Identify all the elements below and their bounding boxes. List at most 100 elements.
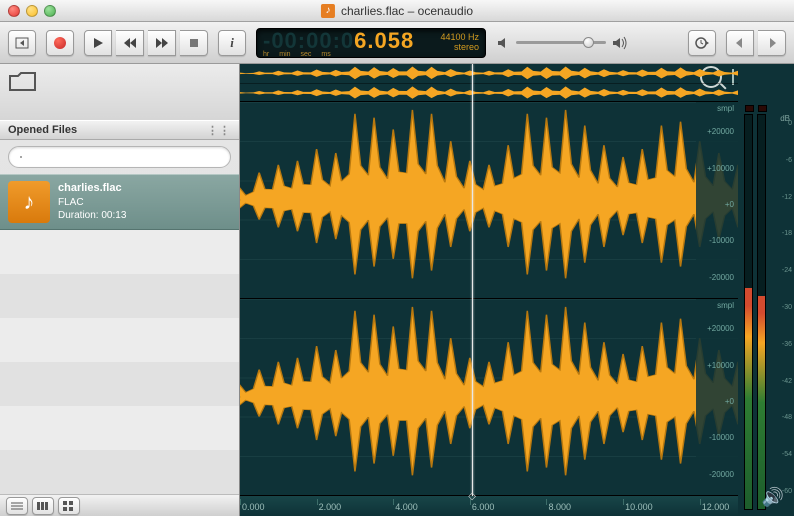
time-tick-label: 10.000 <box>625 502 653 512</box>
grid-icon <box>63 501 75 511</box>
time-tick <box>623 499 624 505</box>
waveform-channel-right[interactable]: +20000+10000+0-10000-20000 smpl <box>240 299 738 496</box>
toolbar: i -00:00:0 6.058 hr min sec ms 44100 Hz … <box>0 22 794 64</box>
file-list-item[interactable]: ♪ charlies.flac FLAC Duration: 00:13 <box>0 174 239 230</box>
stop-icon <box>189 38 199 48</box>
time-tick-label: 2.000 <box>319 502 342 512</box>
lcd-unit-min: min <box>279 51 290 58</box>
db-scale-label: 0 <box>788 120 792 127</box>
volume-slider[interactable] <box>516 41 606 44</box>
time-tick-label: 12.000 <box>702 502 730 512</box>
columns-icon <box>37 501 49 511</box>
amp-tick-label: -20000 <box>709 470 734 479</box>
file-list-empty-area <box>0 230 239 494</box>
file-format: FLAC <box>58 197 84 208</box>
volume-thumb[interactable] <box>583 37 594 48</box>
speaker-icon[interactable]: 🔊 <box>762 487 784 508</box>
sidebar-header-label: Opened Files <box>8 124 77 136</box>
db-scale-label: -54 <box>782 451 792 458</box>
time-display[interactable]: -00:00:0 6.058 hr min sec ms 44100 Hz st… <box>256 28 486 58</box>
window-zoom-button[interactable] <box>44 5 56 17</box>
clip-indicator-left[interactable] <box>745 105 754 112</box>
sidebar-footer <box>0 494 239 516</box>
time-tick <box>317 499 318 505</box>
amp-unit-label: smpl <box>717 104 734 113</box>
amp-tick-label: +10000 <box>707 164 734 173</box>
sidebar: Opened Files ⋮⋮ 🔍 ♪ charlies.flac FLAC D… <box>0 64 240 516</box>
history-button[interactable] <box>688 30 716 56</box>
sidebar-grip-icon[interactable]: ⋮⋮ <box>207 124 231 137</box>
view-list-button[interactable] <box>6 497 28 515</box>
record-icon <box>54 37 66 49</box>
panel-toggle-button[interactable] <box>8 30 36 56</box>
sidebar-header: Opened Files ⋮⋮ <box>0 120 239 140</box>
waveform-left-svg <box>240 102 738 298</box>
history-icon <box>694 36 710 50</box>
time-ruler[interactable]: 0.0002.0004.0006.0008.00010.00012.000 <box>240 496 738 516</box>
transport-group <box>84 30 208 56</box>
window-titlebar: charlies.flac – ocenaudio <box>0 0 794 22</box>
list-icon <box>11 501 23 511</box>
file-name: charlies.flac <box>58 182 122 194</box>
lcd-channels: stereo <box>454 43 479 53</box>
nav-next-button[interactable] <box>758 30 786 56</box>
db-scale-label: -48 <box>782 414 792 421</box>
clip-indicator-right[interactable] <box>758 105 767 112</box>
meter-left <box>744 114 753 510</box>
folder-icon[interactable] <box>8 70 36 92</box>
overview-strip[interactable] <box>240 64 738 102</box>
record-button[interactable] <box>46 30 74 56</box>
nav-prev-icon <box>734 38 746 48</box>
info-icon: i <box>230 35 234 51</box>
window-minimize-button[interactable] <box>26 5 38 17</box>
amp-tick-label: -10000 <box>709 236 734 245</box>
level-meters: dB 0-6-12-18-24-30-36-42-48-54-60 🔊 <box>738 64 794 516</box>
panel-toggle-icon <box>15 36 29 50</box>
window-close-button[interactable] <box>8 5 20 17</box>
rewind-button[interactable] <box>116 30 144 56</box>
rewind-icon <box>123 37 137 49</box>
view-columns-button[interactable] <box>32 497 54 515</box>
waveform-channel-left[interactable]: +20000+10000+0-10000-20000 smpl <box>240 102 738 299</box>
play-button[interactable] <box>84 30 112 56</box>
volume-low-icon <box>496 36 510 50</box>
lcd-unit-ms: ms <box>321 51 330 58</box>
volume-high-icon <box>612 36 628 50</box>
amp-tick-label: +0 <box>725 397 734 406</box>
time-tick <box>240 499 241 505</box>
time-tick-label: 4.000 <box>395 502 418 512</box>
search-input[interactable] <box>8 146 231 168</box>
stop-button[interactable] <box>180 30 208 56</box>
db-scale-label: -12 <box>782 194 792 201</box>
note-icon <box>321 4 335 18</box>
info-button[interactable]: i <box>218 30 246 56</box>
waveform-right-svg <box>240 299 738 495</box>
view-grid-button[interactable] <box>58 497 80 515</box>
lcd-unit-sec: sec <box>301 51 312 58</box>
time-tick <box>546 499 547 505</box>
time-tick <box>700 499 701 505</box>
playhead-handle-icon[interactable]: ◇ <box>468 491 476 502</box>
amp-unit-label: smpl <box>717 301 734 310</box>
meter-right <box>757 114 766 510</box>
db-scale-label: -30 <box>782 304 792 311</box>
overview-left-wave <box>240 64 738 83</box>
nav-prev-button[interactable] <box>726 30 754 56</box>
time-tick <box>393 499 394 505</box>
overview-right-wave <box>240 84 738 102</box>
note-icon: ♪ <box>8 181 50 223</box>
amp-tick-label: -10000 <box>709 433 734 442</box>
db-scale-label: -18 <box>782 230 792 237</box>
volume-control <box>496 36 628 50</box>
fast-forward-button[interactable] <box>148 30 176 56</box>
amp-tick-label: +20000 <box>707 324 734 333</box>
time-tick-label: 6.000 <box>472 502 495 512</box>
waveform-editor[interactable]: +20000+10000+0-10000-20000 smpl +20000+1… <box>240 64 738 516</box>
db-scale-label: -24 <box>782 267 792 274</box>
file-duration: Duration: 00:13 <box>58 210 126 221</box>
playhead-cursor[interactable] <box>472 64 473 496</box>
fast-forward-icon <box>155 37 169 49</box>
window-title: charlies.flac – ocenaudio <box>341 4 473 18</box>
db-scale-label: -6 <box>786 157 792 164</box>
db-scale-label: -36 <box>782 341 792 348</box>
